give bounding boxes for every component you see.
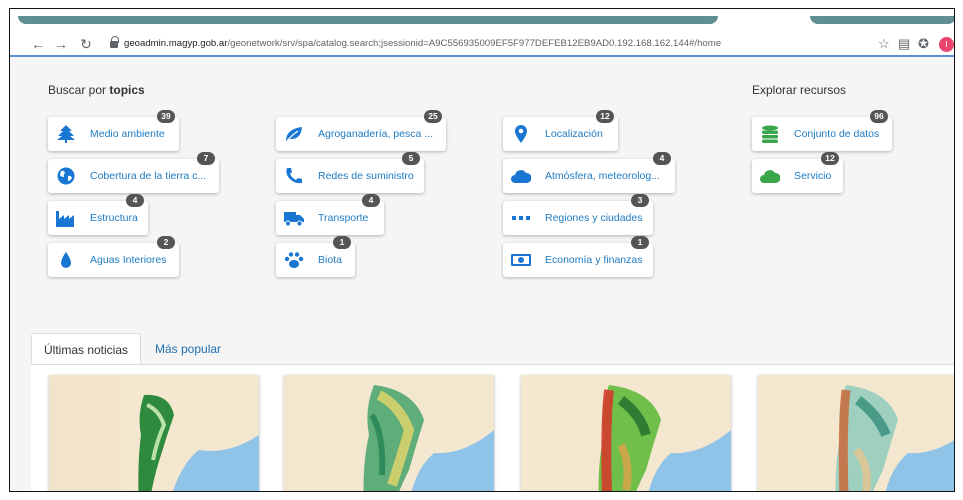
- phone-icon: [286, 168, 302, 184]
- count-badge: 1: [631, 236, 649, 249]
- topic-label: Redes de suministro: [318, 170, 414, 182]
- reading-list-icon[interactable]: ▤: [898, 37, 910, 51]
- count-badge: 3: [631, 194, 649, 207]
- topic-label: Transporte: [318, 212, 369, 224]
- count-badge: 96: [870, 110, 888, 123]
- map-marker-icon: [515, 125, 527, 143]
- map-thumbnail-image: [758, 375, 954, 491]
- count-badge: 4: [362, 194, 380, 207]
- topics-heading: Buscar por topics: [48, 83, 145, 97]
- star-icon[interactable]: ☆: [878, 37, 890, 51]
- cloud-icon: [760, 170, 780, 183]
- topic-label: Biota: [318, 254, 342, 266]
- topic-aguas-interiores[interactable]: Aguas Interiores 2: [48, 236, 179, 277]
- browser-tab-active[interactable]: [18, 16, 718, 24]
- resources-heading: Explorar recursos: [752, 83, 847, 97]
- count-badge: 12: [821, 152, 839, 165]
- tab-ultimas-noticias[interactable]: Últimas noticias: [31, 333, 142, 365]
- count-badge: 39: [157, 110, 175, 123]
- forward-icon[interactable]: →: [53, 36, 69, 52]
- topic-economia[interactable]: Economía y finanzas 1: [503, 236, 653, 277]
- news-thumbnail[interactable]: [49, 375, 259, 491]
- globe-icon: [57, 167, 75, 185]
- truck-icon: [284, 212, 304, 227]
- topics-heading-bold: topics: [109, 83, 145, 97]
- count-badge: 25: [424, 110, 442, 123]
- resource-conjunto-datos[interactable]: Conjunto de datos 96: [752, 110, 892, 151]
- topic-label: Economía y finanzas: [545, 254, 643, 266]
- topic-medio-ambiente[interactable]: Medio ambiente 39: [48, 110, 179, 151]
- topic-label: Atmósfera, meteorolog...: [545, 170, 660, 182]
- water-drop-icon: [61, 252, 71, 268]
- money-icon: [511, 254, 531, 266]
- resource-label: Conjunto de datos: [794, 128, 880, 140]
- url-path: /geonetwork/srv/spa/catalog.search;jsess…: [227, 38, 722, 49]
- topic-atmosfera[interactable]: Atmósfera, meteorolog... 4: [503, 152, 675, 193]
- topic-redes-suministro[interactable]: Redes de suministro 5: [276, 152, 424, 193]
- leaf-icon: [286, 127, 302, 142]
- count-badge: 12: [596, 110, 614, 123]
- topic-biota[interactable]: Biota 1: [276, 236, 355, 277]
- tree-icon: [57, 125, 75, 143]
- news-thumbnail[interactable]: [758, 375, 954, 491]
- database-icon: [762, 125, 778, 143]
- cloud-icon: [511, 170, 531, 183]
- browser-window: ← → ↻ geoadmin.magyp.gob.ar/geonetwork/s…: [9, 8, 955, 492]
- count-badge: 2: [157, 236, 175, 249]
- url-host: geoadmin.magyp.gob.ar: [124, 38, 228, 49]
- paw-icon: [284, 252, 304, 268]
- tab-mas-popular[interactable]: Más popular: [143, 333, 233, 365]
- topic-label: Aguas Interiores: [90, 254, 167, 266]
- topic-label: Regiones y ciudades: [545, 212, 643, 224]
- ellipsis-icon: [512, 216, 530, 220]
- topics-heading-prefix: Buscar por: [48, 83, 107, 97]
- topic-label: Agroganadería, pesca ...: [318, 128, 433, 140]
- count-badge: 4: [653, 152, 671, 165]
- topic-agroganaderia[interactable]: Agroganadería, pesca ... 25: [276, 110, 446, 151]
- topic-transporte[interactable]: Transporte 4: [276, 194, 384, 235]
- news-thumbnail[interactable]: [284, 375, 494, 491]
- topic-label: Cobertura de la tierra c...: [90, 170, 207, 182]
- browser-tab[interactable]: [810, 16, 954, 24]
- back-icon[interactable]: ←: [30, 36, 46, 52]
- count-badge: 7: [197, 152, 215, 165]
- reload-icon[interactable]: ↻: [78, 36, 94, 52]
- address-bar: ← → ↻ geoadmin.magyp.gob.ar/geonetwork/s…: [10, 32, 954, 57]
- count-badge: 5: [402, 152, 420, 165]
- topic-estructura[interactable]: Estructura 4: [48, 194, 148, 235]
- news-panel: [31, 364, 954, 491]
- topic-regiones[interactable]: Regiones y ciudades 3: [503, 194, 653, 235]
- count-badge: 1: [333, 236, 351, 249]
- count-badge: 4: [126, 194, 144, 207]
- topic-label: Medio ambiente: [90, 128, 165, 140]
- map-thumbnail-image: [49, 375, 259, 491]
- resource-label: Servicio: [794, 170, 832, 182]
- news-thumbnail[interactable]: [521, 375, 731, 491]
- profile-avatar[interactable]: I: [939, 37, 954, 52]
- topic-label: Localización: [545, 128, 603, 140]
- topic-label: Estructura: [90, 212, 138, 224]
- factory-icon: [56, 211, 74, 227]
- map-thumbnail-image: [284, 375, 494, 491]
- lock-icon: [110, 36, 119, 49]
- page-content: Buscar por topics Explorar recursos Medi…: [10, 58, 954, 491]
- topic-cobertura[interactable]: Cobertura de la tierra c... 7: [48, 152, 219, 193]
- topic-localizacion[interactable]: Localización 12: [503, 110, 618, 151]
- extensions-icon[interactable]: ✪: [918, 37, 929, 51]
- resource-servicio[interactable]: Servicio 12: [752, 152, 843, 193]
- url-field[interactable]: geoadmin.magyp.gob.ar/geonetwork/srv/spa…: [124, 38, 721, 49]
- tab-strip: [10, 9, 954, 32]
- map-thumbnail-image: [521, 375, 731, 491]
